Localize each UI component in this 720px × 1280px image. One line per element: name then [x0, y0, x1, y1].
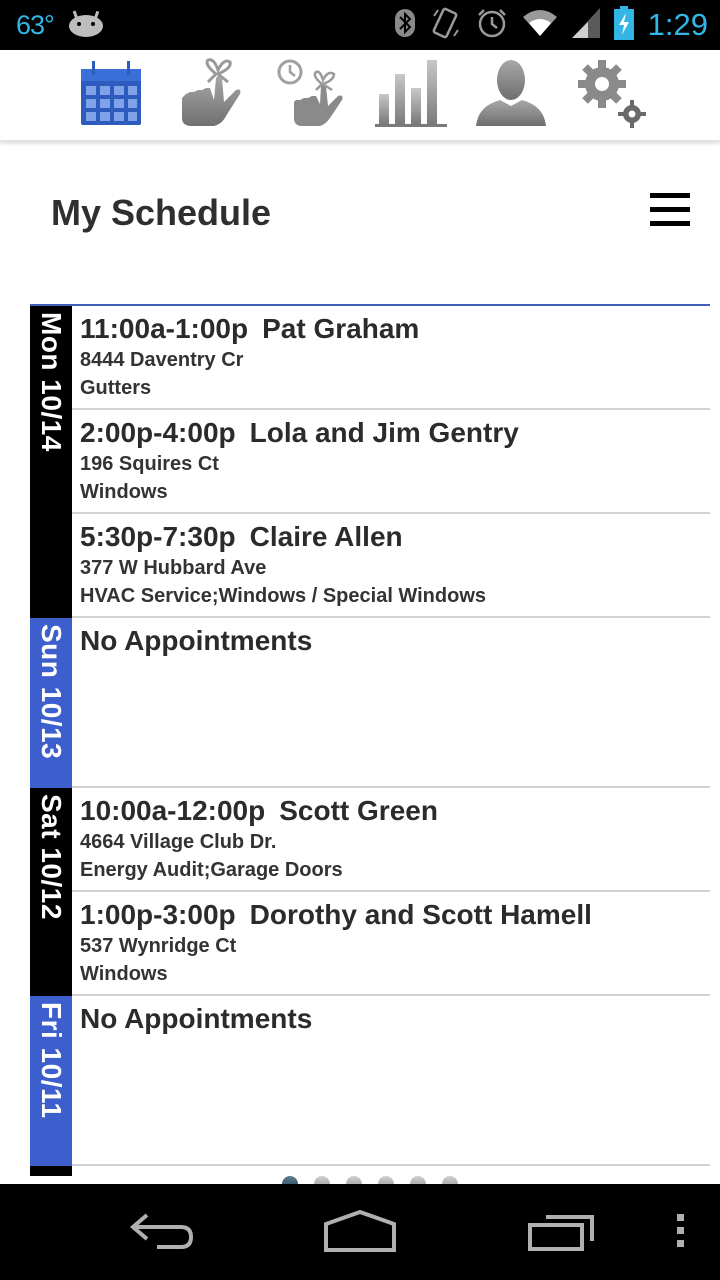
bar-chart-icon: [375, 58, 447, 133]
back-button[interactable]: [120, 1208, 200, 1258]
calendar-icon: [80, 59, 142, 132]
temperature-text: 63°: [16, 9, 55, 40]
appointment-customer: Pat Graham: [262, 313, 420, 344]
no-appointments-text: No Appointments: [80, 1003, 313, 1034]
day-group-sun: Sun 10/13 No Appointments: [30, 618, 710, 788]
battery-charging-icon: [613, 5, 634, 45]
wifi-icon: [522, 9, 558, 42]
toolbar-settings-button[interactable]: [576, 58, 646, 133]
recent-apps-button[interactable]: [522, 1208, 602, 1258]
clock-finger-ribbon-icon: [276, 58, 346, 133]
no-appointments-item: No Appointments: [72, 618, 710, 788]
appointment-item[interactable]: 11:00a-1:00p Pat Graham 8444 Daventry Cr …: [72, 306, 710, 410]
appointment-item[interactable]: 2:00p-4:00p Lola and Jim Gentry 196 Squir…: [72, 410, 710, 514]
hamburger-line: [650, 221, 690, 226]
appointment-services: HVAC Service;Windows / Special Windows: [80, 585, 487, 607]
appointment-time: 11:00a-1:00p: [80, 313, 249, 344]
appointment-customer: Claire Allen: [249, 521, 403, 552]
appointment-customer: Lola and Jim Gentry: [249, 417, 519, 448]
alarm-icon: [476, 7, 508, 44]
android-icon: [68, 9, 104, 42]
day-label-text: Fri 10/11: [36, 1002, 67, 1119]
toolbar-calendar-button[interactable]: [78, 59, 144, 131]
home-icon: [322, 1209, 398, 1257]
no-appointments-text: No Appointments: [80, 625, 313, 656]
hamburger-menu-icon: [650, 193, 690, 198]
day-group-partial: [30, 1166, 710, 1176]
day-group-mon: Mon 10/14 11:00a-1:00p Pat Graham 8444 Da…: [30, 306, 710, 618]
appointment-services: Gutters: [80, 377, 152, 399]
day-label: Sun 10/13: [30, 618, 72, 788]
appointment-time: 1:00p-3:00p: [80, 899, 236, 930]
gears-icon: [576, 58, 646, 133]
appointment-customer: Scott Green: [279, 795, 438, 826]
signal-icon: [571, 7, 600, 43]
toolbar-profile-button[interactable]: [476, 59, 546, 131]
schedule-list[interactable]: Mon 10/14 11:00a-1:00p Pat Graham 8444 Da…: [30, 304, 710, 1176]
toolbar-timed-reminders-button[interactable]: [276, 58, 346, 133]
day-label-text: Mon 10/14: [36, 312, 67, 452]
appointment-time: 2:00p-4:00p: [80, 417, 236, 448]
appointment-address: 537 Wynridge Ct: [80, 935, 237, 957]
appointment-time: 10:00a-12:00p: [80, 795, 266, 826]
finger-ribbon-icon: [178, 57, 244, 133]
appointment-services: Energy Audit;Garage Doors: [80, 859, 343, 881]
toolbar-reminders-button[interactable]: [178, 57, 244, 133]
appointment-services: Windows: [80, 963, 168, 985]
top-toolbar: [0, 50, 720, 142]
day-label-text: Sun 10/13: [36, 624, 67, 760]
person-icon: [474, 58, 548, 133]
day-label-text: Sat 10/12: [36, 794, 67, 920]
appointment-address: 377 W Hubbard Ave: [80, 557, 267, 579]
day-group-fri: Fri 10/11 No Appointments: [30, 996, 710, 1166]
appointment-address: 4664 Village Club Dr.: [80, 831, 277, 853]
home-button[interactable]: [318, 1208, 402, 1258]
page-title: My Schedule: [51, 192, 272, 233]
day-group-sat: Sat 10/12 10:00a-12:00p Scott Green 4664 …: [30, 788, 710, 996]
appointment-time: 5:30p-7:30p: [80, 521, 236, 552]
navigation-bar: [0, 1184, 720, 1280]
bluetooth-icon: [394, 8, 416, 43]
clock-text: 1:29: [647, 7, 708, 42]
hamburger-menu-button[interactable]: [648, 190, 692, 230]
day-label: Fri 10/11: [30, 996, 72, 1166]
overflow-menu-button[interactable]: [664, 1208, 698, 1258]
appointment-address: 196 Squires Ct: [80, 453, 219, 475]
no-appointments-item: No Appointments: [72, 996, 710, 1166]
auto-rotate-icon: [430, 6, 462, 45]
toolbar-reports-button[interactable]: [375, 58, 447, 133]
day-label: Mon 10/14: [30, 306, 72, 618]
overflow-menu-icon: [676, 1213, 686, 1253]
recent-apps-icon: [526, 1211, 598, 1256]
appointment-item[interactable]: 10:00a-12:00p Scott Green 4664 Village Cl…: [72, 788, 710, 892]
appointment-address: 8444 Daventry Cr: [80, 349, 244, 371]
appointment-services: Windows: [80, 481, 168, 503]
day-label: [30, 1166, 72, 1176]
status-bar: 63° 1:29: [0, 0, 720, 50]
appointment-customer: Dorothy and Scott Hamell: [249, 899, 592, 930]
appointment-item[interactable]: 5:30p-7:30p Claire Allen 377 W Hubbard Av…: [72, 514, 710, 618]
hamburger-line: [650, 207, 690, 212]
appointment-item[interactable]: 1:00p-3:00p Dorothy and Scott Hamell 537 …: [72, 892, 710, 996]
back-icon: [125, 1211, 195, 1256]
day-label: Sat 10/12: [30, 788, 72, 996]
